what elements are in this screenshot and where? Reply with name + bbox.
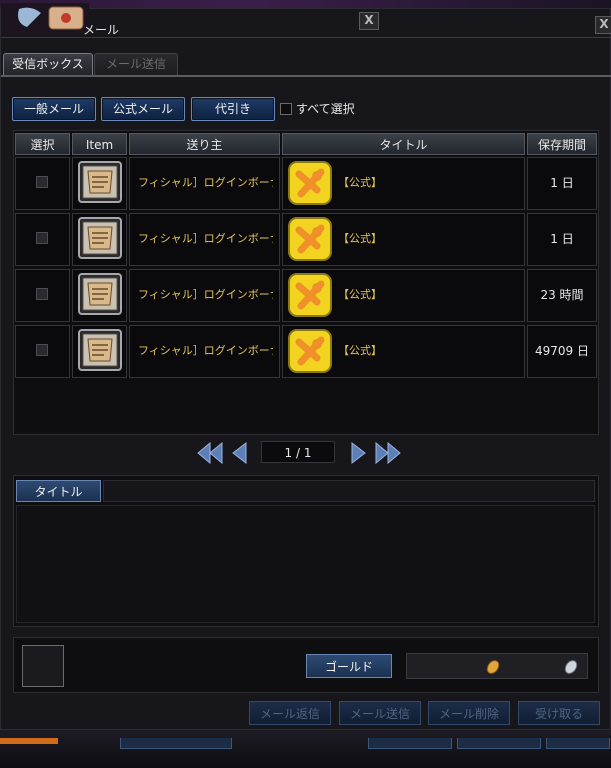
mail-title-text: 【公式】 <box>338 344 382 357</box>
scroll-item-icon[interactable] <box>78 273 122 315</box>
row-checkbox[interactable] <box>36 176 48 188</box>
official-mail-button[interactable]: 公式メール <box>101 97 185 121</box>
select-all-box[interactable] <box>280 102 292 115</box>
gold-coin-icon <box>486 660 500 674</box>
table-row-title-cell[interactable]: 【公式】 <box>282 213 525 266</box>
keep-period-text: 49709 日 <box>535 344 589 358</box>
header-keep-period: 保存期間 <box>527 133 597 155</box>
detail-title-tab[interactable]: タイトル <box>16 480 101 502</box>
forward-mail-button[interactable]: メール送信 <box>339 701 421 725</box>
sender-text: フィシャル］ログインボーナ <box>138 232 273 245</box>
window-title: メール <box>83 23 120 37</box>
table-row-sender-cell[interactable]: フィシャル］ログインボーナ <box>129 325 280 378</box>
mail-title-text: 【公式】 <box>338 232 382 245</box>
tab-underline <box>1 75 611 77</box>
table-row-checkbox-cell[interactable] <box>15 269 70 322</box>
background-button <box>368 738 452 749</box>
scroll-item-icon[interactable] <box>78 329 122 371</box>
keep-period-text: 1 日 <box>550 176 574 190</box>
table-row-sender-cell[interactable]: フィシャル］ログインボーナ <box>129 157 280 210</box>
table-row-keep-cell[interactable]: 49709 日 <box>527 325 597 378</box>
sender-text: フィシャル］ログインボーナ <box>138 176 273 189</box>
next-page-icon[interactable] <box>348 441 368 465</box>
select-all-label: すべて選択 <box>296 102 355 116</box>
official-mail-icon <box>288 217 332 261</box>
gold-button[interactable]: ゴールド <box>306 654 392 678</box>
background-orange-bar <box>0 738 58 744</box>
mail-table: 選択 Item 送り主 タイトル 保存期間 フィシャル］ログインボーナ 【公式】… <box>13 130 599 435</box>
close-button[interactable]: X <box>359 12 379 30</box>
title-bar[interactable]: メール X <box>1 3 611 39</box>
table-row-title-cell[interactable]: 【公式】 <box>282 325 525 378</box>
sender-text: フィシャル］ログインボーナ <box>138 344 273 357</box>
silver-coin-icon <box>564 660 578 674</box>
mail-body[interactable] <box>16 505 595 623</box>
first-page-icon[interactable] <box>196 441 224 465</box>
mail-quill-icon <box>1 3 89 35</box>
keep-period-text: 23 時間 <box>540 288 584 302</box>
keep-period-text: 1 日 <box>550 232 574 246</box>
title-divider <box>1 37 611 38</box>
table-row-checkbox-cell[interactable] <box>15 157 70 210</box>
row-checkbox[interactable] <box>36 344 48 356</box>
delete-mail-button[interactable]: メール削除 <box>428 701 510 725</box>
table-row-sender-cell[interactable]: フィシャル］ログインボーナ <box>129 269 280 322</box>
scroll-item-icon[interactable] <box>78 217 122 259</box>
row-checkbox[interactable] <box>36 288 48 300</box>
table-row-keep-cell[interactable]: 23 時間 <box>527 269 597 322</box>
mail-window: メール X X 受信ボックス メール送信 一般メール 公式メール 代引き すべて… <box>0 3 611 730</box>
header-select: 選択 <box>15 133 70 155</box>
mail-detail-panel: タイトル <box>13 475 599 627</box>
header-title: タイトル <box>282 133 525 155</box>
table-row-title-cell[interactable]: 【公式】 <box>282 269 525 322</box>
table-row-item-cell[interactable] <box>72 157 127 210</box>
background-button <box>120 738 232 749</box>
attachment-item-slot[interactable] <box>22 645 64 687</box>
reply-mail-button[interactable]: メール返信 <box>249 701 331 725</box>
last-page-icon[interactable] <box>374 441 402 465</box>
official-mail-icon <box>288 161 332 205</box>
page-indicator: 1 / 1 <box>261 441 335 463</box>
header-sender: 送り主 <box>129 133 280 155</box>
header-item: Item <box>72 133 127 155</box>
table-row-item-cell[interactable] <box>72 269 127 322</box>
cash-on-delivery-button[interactable]: 代引き <box>191 97 275 121</box>
table-row-title-cell[interactable]: 【公式】 <box>282 157 525 210</box>
detail-title-field <box>103 480 595 502</box>
previous-page-icon[interactable] <box>230 441 250 465</box>
mail-title-text: 【公式】 <box>338 176 382 189</box>
general-mail-button[interactable]: 一般メール <box>12 97 96 121</box>
scroll-item-icon[interactable] <box>78 161 122 203</box>
sender-text: フィシャル］ログインボーナ <box>138 288 273 301</box>
attachment-panel: ゴールド <box>13 637 599 693</box>
table-row-checkbox-cell[interactable] <box>15 213 70 266</box>
pagination: 1 / 1 <box>196 439 406 467</box>
receive-button[interactable]: 受け取る <box>518 701 600 725</box>
tab-send-mail[interactable]: メール送信 <box>94 53 178 75</box>
table-row-item-cell[interactable] <box>72 325 127 378</box>
table-row-keep-cell[interactable]: 1 日 <box>527 157 597 210</box>
background-bottom <box>0 730 611 768</box>
background-button <box>546 738 610 749</box>
select-all-checkbox[interactable]: すべて選択 <box>280 100 355 117</box>
row-checkbox[interactable] <box>36 232 48 244</box>
mail-title-text: 【公式】 <box>338 288 382 301</box>
official-mail-icon <box>288 273 332 317</box>
table-row-keep-cell[interactable]: 1 日 <box>527 213 597 266</box>
tab-inbox[interactable]: 受信ボックス <box>3 53 93 75</box>
official-mail-icon <box>288 329 332 373</box>
table-row-checkbox-cell[interactable] <box>15 325 70 378</box>
background-button <box>457 738 541 749</box>
close-icon[interactable]: X <box>595 16 611 34</box>
gold-amount-field[interactable] <box>406 653 588 679</box>
table-row-item-cell[interactable] <box>72 213 127 266</box>
table-row-sender-cell[interactable]: フィシャル］ログインボーナ <box>129 213 280 266</box>
